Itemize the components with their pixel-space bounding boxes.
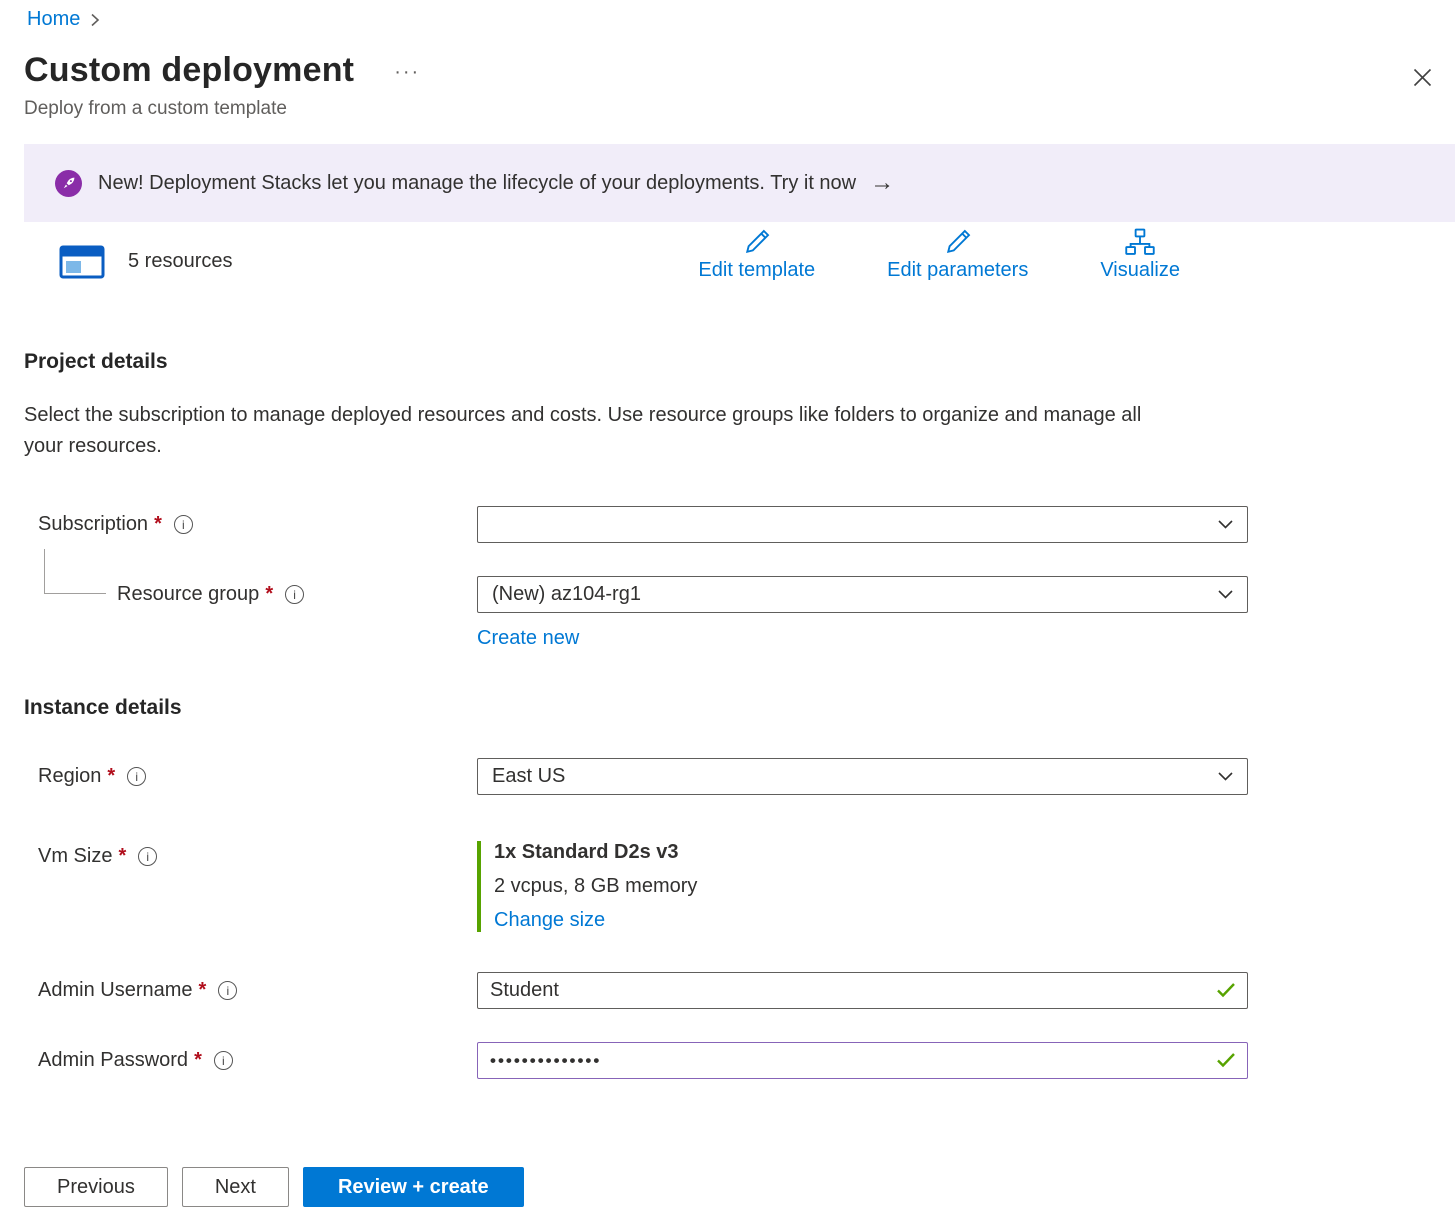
resource-group-control: (New) az104-rg1 Create new	[477, 576, 1248, 650]
resource-group-label: Resource group	[117, 583, 259, 606]
region-control: East US	[477, 758, 1248, 795]
edit-parameters-label: Edit parameters	[887, 259, 1028, 282]
info-icon[interactable]: i	[138, 847, 157, 866]
resource-group-value: (New) az104-rg1	[492, 583, 641, 606]
template-summary-bar: 5 resources Edit template Edit parameter…	[24, 228, 1456, 294]
admin-username-label-cell: Admin Username * i	[24, 979, 477, 1002]
vm-size-summary: 1x Standard D2s v3 2 vcpus, 8 GB memory …	[477, 841, 1248, 932]
vm-size-specs: 2 vcpus, 8 GB memory	[494, 875, 1248, 898]
breadcrumb-home-link[interactable]: Home	[27, 8, 80, 31]
previous-button[interactable]: Previous	[24, 1167, 168, 1207]
admin-password-label: Admin Password	[38, 1049, 188, 1072]
close-icon	[1413, 68, 1432, 87]
chevron-down-icon	[1218, 772, 1233, 781]
required-asterisk: *	[265, 583, 273, 606]
more-menu-icon[interactable]: ···	[394, 61, 420, 84]
pencil-icon	[742, 228, 772, 256]
valid-check-icon	[1216, 1052, 1236, 1073]
chevron-down-icon	[1218, 520, 1233, 529]
required-asterisk: *	[154, 513, 162, 536]
vm-size-label: Vm Size	[38, 845, 112, 868]
visualize-icon	[1125, 228, 1155, 256]
vm-size-control: 1x Standard D2s v3 2 vcpus, 8 GB memory …	[477, 841, 1248, 932]
valid-check-icon	[1216, 982, 1236, 1003]
next-button[interactable]: Next	[182, 1167, 289, 1207]
change-size-link[interactable]: Change size	[494, 909, 605, 932]
resource-group-row: Resource group * i (New) az104-rg1 Creat…	[24, 576, 1456, 650]
page-title: Custom deployment	[24, 51, 354, 90]
edit-template-label: Edit template	[698, 259, 815, 282]
chevron-down-icon	[1218, 590, 1233, 599]
visualize-label: Visualize	[1100, 259, 1180, 282]
edit-parameters-button[interactable]: Edit parameters	[887, 228, 1028, 282]
subscription-row: Subscription * i	[24, 506, 1456, 543]
arrow-right-icon[interactable]: →	[870, 169, 894, 197]
wizard-footer: Previous Next Review + create	[24, 1167, 524, 1207]
required-asterisk: *	[194, 1049, 202, 1072]
vm-size-row: Vm Size * i 1x Standard D2s v3 2 vcpus, …	[24, 841, 1456, 932]
resource-group-dropdown[interactable]: (New) az104-rg1	[477, 576, 1248, 613]
template-resources-icon	[58, 241, 106, 281]
subscription-control	[477, 506, 1248, 543]
admin-password-label-cell: Admin Password * i	[24, 1049, 477, 1072]
project-details-description: Select the subscription to manage deploy…	[24, 400, 1184, 462]
visualize-button[interactable]: Visualize	[1100, 228, 1180, 282]
subscription-dropdown[interactable]	[477, 506, 1248, 543]
edit-template-button[interactable]: Edit template	[698, 228, 815, 282]
resource-group-label-cell: Resource group * i	[24, 576, 477, 606]
required-asterisk: *	[107, 765, 115, 788]
template-actions: Edit template Edit parameters Visualize	[698, 228, 1180, 282]
admin-username-label: Admin Username	[38, 979, 193, 1002]
info-icon[interactable]: i	[218, 981, 237, 1000]
admin-password-control	[477, 1042, 1248, 1079]
admin-username-input[interactable]	[477, 972, 1248, 1009]
hierarchy-connector	[44, 549, 106, 594]
admin-username-row: Admin Username * i	[24, 972, 1456, 1009]
region-label-cell: Region * i	[24, 765, 477, 788]
custom-deployment-page: Home Custom deployment ··· Deploy from a…	[0, 0, 1456, 1219]
required-asterisk: *	[199, 979, 207, 1002]
info-icon[interactable]: i	[285, 585, 304, 604]
breadcrumb: Home	[24, 8, 1456, 31]
project-details-heading: Project details	[24, 350, 1456, 374]
info-icon[interactable]: i	[127, 767, 146, 786]
resources-count: 5 resources	[128, 250, 233, 273]
page-header: Custom deployment ···	[24, 51, 1456, 90]
create-new-link[interactable]: Create new	[477, 627, 579, 650]
close-button[interactable]	[1409, 64, 1436, 94]
region-dropdown[interactable]: East US	[477, 758, 1248, 795]
chevron-right-icon	[90, 13, 100, 27]
page-subtitle: Deploy from a custom template	[24, 98, 1456, 120]
rocket-icon	[55, 170, 82, 197]
admin-username-control	[477, 972, 1248, 1009]
vm-size-label-cell: Vm Size * i	[24, 841, 477, 868]
region-value: East US	[492, 765, 565, 788]
info-icon[interactable]: i	[214, 1051, 233, 1070]
required-asterisk: *	[118, 845, 126, 868]
subscription-label: Subscription	[38, 513, 148, 536]
vm-size-value: 1x Standard D2s v3	[494, 841, 1248, 864]
deployment-stacks-banner[interactable]: New! Deployment Stacks let you manage th…	[24, 144, 1455, 222]
info-icon[interactable]: i	[174, 515, 193, 534]
review-create-button[interactable]: Review + create	[303, 1167, 524, 1207]
admin-password-input[interactable]	[477, 1042, 1248, 1079]
instance-details-heading: Instance details	[24, 696, 1456, 720]
subscription-label-cell: Subscription * i	[24, 513, 477, 536]
banner-text: New! Deployment Stacks let you manage th…	[98, 172, 856, 195]
pencil-icon	[943, 228, 973, 256]
admin-password-row: Admin Password * i	[24, 1042, 1456, 1079]
region-row: Region * i East US	[24, 758, 1456, 795]
region-label: Region	[38, 765, 101, 788]
